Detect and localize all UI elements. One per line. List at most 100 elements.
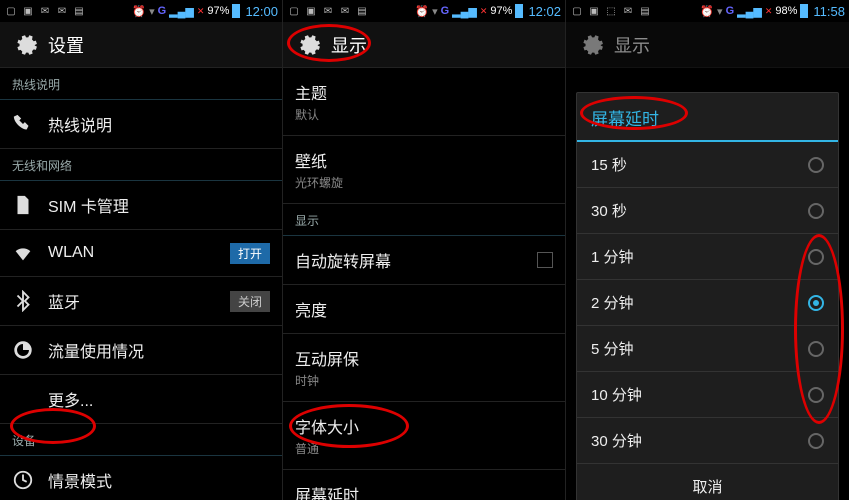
option-label: 5 分钟	[591, 338, 634, 359]
radio-icon[interactable]	[808, 203, 824, 219]
row-daydream[interactable]: 互动屏保时钟	[283, 334, 565, 402]
signal-icon: ▂▄▆	[452, 5, 477, 18]
row-label: 蓝牙	[48, 289, 80, 313]
radio-icon[interactable]	[808, 295, 824, 311]
row-theme[interactable]: 主题默认	[283, 68, 565, 136]
wifi-icon	[12, 242, 34, 264]
row-label: 热线说明	[48, 112, 112, 136]
profile-icon	[12, 469, 34, 491]
row-label: 主题	[295, 80, 327, 104]
row-label: 字体大小	[295, 414, 359, 438]
status-bar: ▢ ▣ ⬚ ✉ ▤ ⏰ ▾ G ▂▄▆ ✕ 98% 11:58	[566, 0, 849, 22]
option-label: 30 分钟	[591, 430, 642, 451]
row-brightness[interactable]: 亮度	[283, 285, 565, 334]
nosignal-icon: ✕	[480, 6, 488, 17]
row-label: WLAN	[48, 244, 94, 262]
datausage-icon	[12, 339, 34, 361]
settings-icon	[578, 32, 604, 58]
row-sub: 时钟	[295, 372, 359, 389]
nosignal-icon: ✕	[197, 6, 205, 17]
page-title: 显示	[614, 32, 650, 58]
row-wlan[interactable]: WLAN 打开	[0, 230, 282, 277]
row-label: 屏幕延时	[295, 482, 380, 500]
network-type: G	[158, 5, 167, 17]
row-sub: 光环螺旋	[295, 174, 343, 191]
radio-icon[interactable]	[808, 341, 824, 357]
sleep-option[interactable]: 1 分钟	[577, 234, 838, 280]
row-label: 互动屏保	[295, 346, 359, 370]
clock: 11:58	[813, 4, 845, 19]
status-icon: ▤	[638, 4, 652, 18]
battery-icon	[515, 4, 523, 18]
sleep-option[interactable]: 30 秒	[577, 188, 838, 234]
sleep-option[interactable]: 5 分钟	[577, 326, 838, 372]
cancel-button[interactable]: 取消	[577, 464, 838, 500]
status-icon: ✉	[55, 4, 69, 18]
row-fontsize[interactable]: 字体大小普通	[283, 402, 565, 470]
row-label: 壁纸	[295, 148, 343, 172]
radio-icon[interactable]	[808, 157, 824, 173]
signal-icon: ▂▄▆	[737, 5, 762, 18]
row-hotline[interactable]: 热线说明	[0, 100, 282, 149]
option-label: 30 秒	[591, 200, 627, 221]
nosignal-icon: ✕	[765, 6, 773, 17]
status-icon: ▢	[287, 4, 301, 18]
option-label: 10 分钟	[591, 384, 642, 405]
row-sleep[interactable]: 屏幕延时无操作 2 分钟后	[283, 470, 565, 500]
sleep-option[interactable]: 15 秒	[577, 142, 838, 188]
row-label: SIM 卡管理	[48, 193, 129, 217]
bluetooth-icon	[12, 290, 34, 312]
status-icon: ⬚	[604, 4, 618, 18]
row-label: 流量使用情况	[48, 338, 144, 362]
row-datausage[interactable]: 流量使用情况	[0, 326, 282, 375]
wifi-icon: ▾	[432, 5, 438, 18]
row-wallpaper[interactable]: 壁纸光环螺旋	[283, 136, 565, 204]
category-device: 设备	[0, 424, 282, 456]
bt-toggle[interactable]: 关闭	[230, 291, 270, 312]
battery-pct: 97%	[490, 5, 512, 17]
screen-display: ▢ ▣ ✉ ✉ ▤ ⏰ ▾ G ▂▄▆ ✕ 97% 12:02 显示 主题默认 …	[283, 0, 566, 500]
wifi-icon: ▾	[717, 5, 723, 18]
autorotate-checkbox[interactable]	[537, 252, 553, 268]
status-icon: ▢	[4, 4, 18, 18]
alarm-icon: ⏰	[132, 5, 146, 18]
dialog-title: 屏幕延时	[577, 93, 838, 142]
phone-icon	[12, 113, 34, 135]
radio-icon[interactable]	[808, 387, 824, 403]
status-icon: ▣	[587, 4, 601, 18]
sleep-option[interactable]: 2 分钟	[577, 280, 838, 326]
status-bar: ▢ ▣ ✉ ✉ ▤ ⏰ ▾ G ▂▄▆ ✕ 97% 12:00	[0, 0, 282, 22]
status-icon: ▤	[72, 4, 86, 18]
status-icon: ✉	[338, 4, 352, 18]
option-label: 2 分钟	[591, 292, 634, 313]
status-icon: ▣	[21, 4, 35, 18]
row-label: 情景模式	[48, 468, 112, 492]
alarm-icon: ⏰	[700, 5, 714, 18]
sleep-dialog: 屏幕延时 15 秒 30 秒 1 分钟 2 分钟 5 分钟 10 分钟 30 分钟 取消	[576, 92, 839, 500]
wlan-toggle[interactable]: 打开	[230, 243, 270, 264]
row-bluetooth[interactable]: 蓝牙 关闭	[0, 277, 282, 326]
row-autorotate[interactable]: 自动旋转屏幕	[283, 236, 565, 285]
status-icon: ✉	[38, 4, 52, 18]
status-icon: ✉	[321, 4, 335, 18]
status-bar: ▢ ▣ ✉ ✉ ▤ ⏰ ▾ G ▂▄▆ ✕ 97% 12:02	[283, 0, 565, 22]
sleep-option[interactable]: 30 分钟	[577, 418, 838, 464]
sim-icon	[12, 194, 34, 216]
category-hotline: 热线说明	[0, 68, 282, 100]
battery-icon	[800, 4, 808, 18]
row-label: 亮度	[295, 297, 327, 321]
row-sim[interactable]: SIM 卡管理	[0, 181, 282, 230]
page-title: 显示	[331, 32, 367, 58]
radio-icon[interactable]	[808, 249, 824, 265]
alarm-icon: ⏰	[415, 5, 429, 18]
settings-icon	[295, 32, 321, 58]
row-profiles[interactable]: 情景模式	[0, 456, 282, 500]
radio-icon[interactable]	[808, 433, 824, 449]
status-icon: ▣	[304, 4, 318, 18]
header: 显示	[566, 22, 849, 68]
signal-icon: ▂▄▆	[169, 5, 194, 18]
row-more[interactable]: 更多...	[0, 375, 282, 424]
sleep-option[interactable]: 10 分钟	[577, 372, 838, 418]
screen-sleep-dialog: ▢ ▣ ⬚ ✉ ▤ ⏰ ▾ G ▂▄▆ ✕ 98% 11:58 显示 无线显示关…	[566, 0, 849, 500]
network-type: G	[726, 5, 735, 17]
